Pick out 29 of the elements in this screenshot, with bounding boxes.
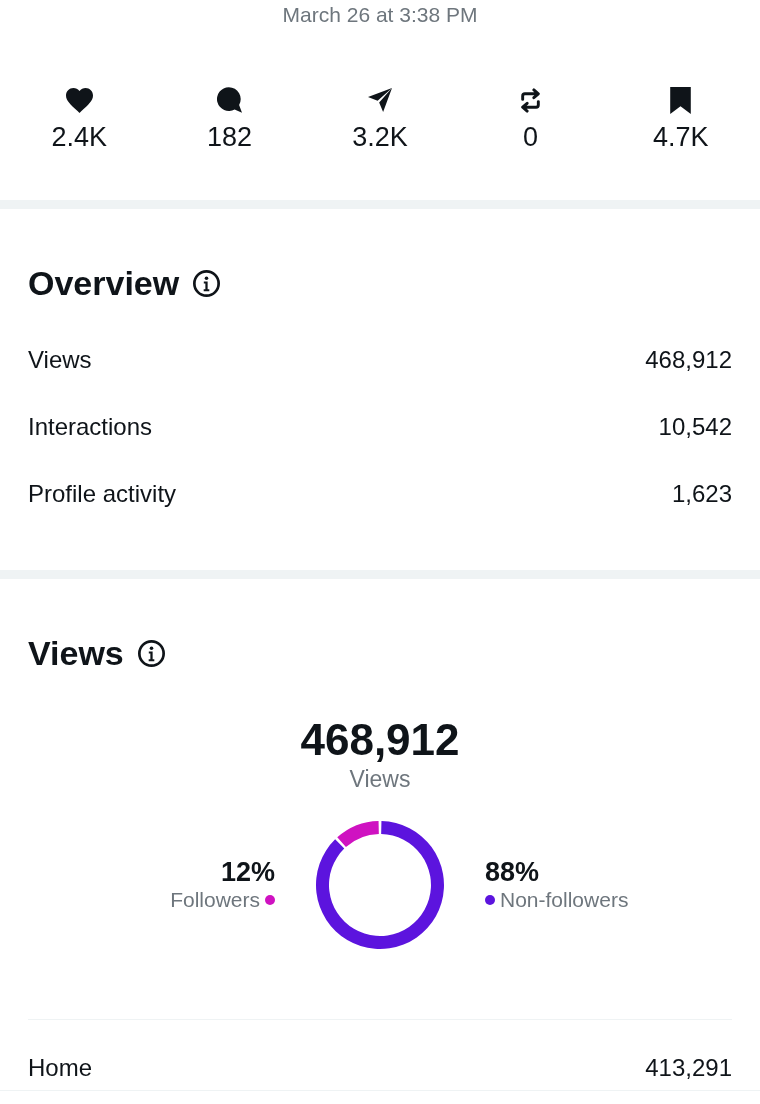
repost-icon [520, 87, 540, 113]
paper-plane-icon [368, 88, 392, 112]
metric-value: 413,291 [645, 1054, 732, 1082]
stat-count: 2.4K [51, 121, 107, 153]
metric-label: Profile activity [28, 479, 177, 508]
section-title: Overview [28, 263, 180, 303]
metric-label: Interactions [28, 412, 153, 441]
stat-count: 0 [522, 121, 538, 153]
metric-value: 468,912 [645, 345, 732, 374]
post-timestamp: March 26 at 3:38 PM [282, 3, 478, 26]
metric-label: Home [28, 1054, 93, 1082]
heart-icon [65, 87, 93, 113]
info-icon[interactable] [193, 269, 221, 297]
views-label: Views [349, 766, 411, 792]
views-total: 468,912 [300, 716, 460, 764]
metric-value: 1,623 [671, 479, 732, 508]
metric-value: 10,542 [658, 412, 732, 441]
stat-count: 182 [207, 121, 253, 153]
speech-bubble-icon [217, 87, 243, 113]
legend-percent: 88% [485, 857, 540, 887]
bookmark-icon [670, 86, 692, 114]
section-title: Views [28, 633, 124, 673]
metric-label: Views [28, 345, 92, 374]
legend-label: Followers [170, 887, 260, 913]
legend-label: Non-followers [500, 887, 629, 913]
legend-percent: 12% [220, 857, 275, 887]
stat-count: 4.7K [653, 121, 709, 153]
stat-count: 3.2K [352, 121, 408, 153]
info-icon[interactable] [137, 639, 165, 667]
